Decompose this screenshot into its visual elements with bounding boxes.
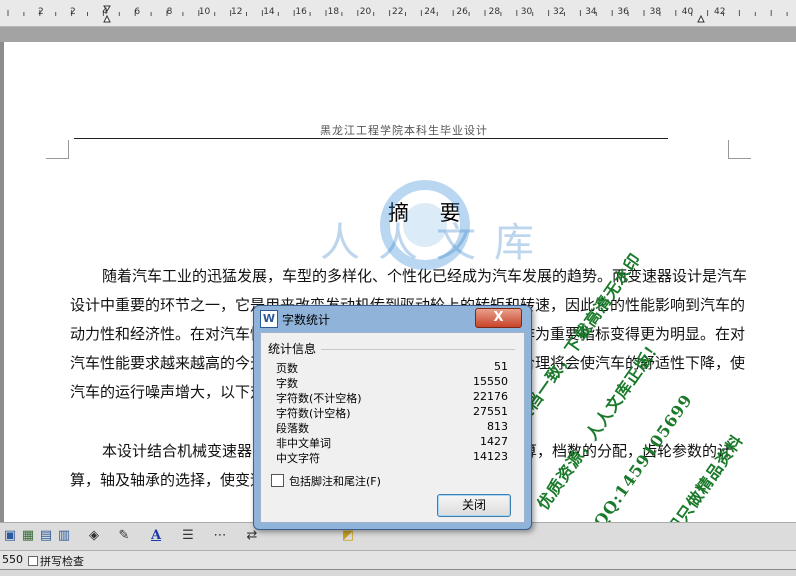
ruler-number: 12 (231, 7, 243, 17)
fill-color-icon[interactable]: ◈ (86, 528, 102, 544)
stat-row-chinese-chars: 中文字符 14123 (276, 450, 508, 465)
stat-label: 非中文单词 (276, 437, 331, 450)
ruler-number: 8 (166, 7, 173, 17)
crop-mark-top-right (728, 140, 751, 159)
stat-label: 字符数(计空格) (276, 407, 351, 420)
spellcheck-checkbox[interactable] (28, 556, 38, 566)
page-gap (0, 27, 796, 42)
ruler-number: 40 (681, 7, 694, 17)
ruler-number: 30 (520, 7, 533, 17)
ruler-number: 34 (585, 7, 597, 17)
ruler-number: 2 (38, 7, 44, 17)
stat-label: 段落数 (276, 422, 309, 435)
ruler-number: 14 (263, 7, 275, 17)
close-button[interactable]: 关闭 (437, 494, 511, 517)
page-header-text: 黑龙江工程学院本科生毕业设计 (320, 124, 488, 137)
include-footnotes-label[interactable]: 包括脚注和尾注(F) (289, 473, 381, 489)
line-style-icon[interactable]: ☰ (180, 528, 196, 544)
stat-row-words: 字数 15550 (276, 375, 508, 390)
ruler-number: 38 (649, 7, 662, 17)
dash-style-icon[interactable]: ⋯ (212, 528, 228, 544)
dialog-close-button[interactable]: X (475, 308, 522, 328)
line-color-icon[interactable]: ✎ (116, 528, 132, 544)
ruler-number: 10 (198, 7, 211, 17)
stat-row-chars-no-spaces: 字符数(不计空格) 22176 (276, 390, 508, 405)
dialog-title: 字数统计 (282, 313, 331, 327)
ruler-number: 16 (295, 7, 307, 17)
diagram-icon[interactable]: ▥ (56, 528, 72, 544)
ruler-number: 42 (714, 7, 726, 17)
ruler-number: 36 (617, 7, 629, 17)
include-footnotes-checkbox[interactable] (271, 474, 284, 487)
spellcheck-label[interactable]: 拼写检查 (40, 553, 84, 569)
ruler-number: 2 (70, 7, 76, 17)
dialog-title-bar[interactable]: W 字数统计 X (254, 306, 531, 330)
ruler-number: 28 (488, 7, 501, 17)
word-count-dialog: W 字数统计 X 统计信息 页数 51 字数 15550 字符数(不计空格) 2… (253, 305, 532, 530)
stat-value: 15550 (473, 375, 508, 388)
ruler-number: 24 (424, 7, 436, 17)
stat-value: 22176 (473, 390, 508, 403)
image-icon[interactable]: ▤ (38, 528, 54, 544)
stat-value: 1427 (480, 435, 508, 448)
stat-label: 中文字符 (276, 452, 320, 465)
ruler-number: 22 (392, 7, 404, 17)
horizontal-ruler[interactable]: 2 2 4 6 8 10 12 14 16 18 20 22 24 26 28 30 32 34 36 38 40 42 (0, 0, 796, 27)
stat-row-pages: 页数 51 (276, 360, 508, 375)
stat-label: 页数 (276, 362, 298, 375)
stat-label: 字符数(不计空格) (276, 392, 362, 405)
section-divider (321, 349, 515, 350)
ruler-number: 6 (134, 7, 141, 17)
wps-logo-icon: W (260, 310, 278, 328)
status-bar: 550 拼写检查 (0, 550, 796, 570)
dialog-body: 统计信息 页数 51 字数 15550 字符数(不计空格) 22176 字符数(… (260, 332, 525, 523)
ruler-number: 32 (553, 7, 565, 17)
stat-value: 813 (487, 420, 508, 433)
right-indent-marker[interactable] (697, 14, 705, 23)
stat-row-chars-with-spaces: 字符数(计空格) 27551 (276, 405, 508, 420)
stat-row-non-chinese-words: 非中文单词 1427 (276, 435, 508, 450)
statistics-section-label: 统计信息 (268, 342, 317, 356)
font-color-icon[interactable]: A (148, 528, 164, 544)
header-rule (74, 138, 668, 139)
ruler-number: 4 (102, 7, 108, 17)
stat-value: 27551 (473, 405, 508, 418)
crop-mark-top-left (46, 140, 69, 159)
page-count: 550 (2, 553, 23, 566)
3d-style-icon[interactable]: ◩ (340, 528, 356, 544)
ruler-number: 18 (327, 7, 340, 17)
ruler-number: 26 (456, 7, 468, 17)
ruler-number: 20 (359, 7, 372, 17)
clip-art-icon[interactable]: ▦ (20, 528, 36, 544)
stat-value: 51 (494, 360, 508, 373)
stat-value: 14123 (473, 450, 508, 463)
stat-label: 字数 (276, 377, 298, 390)
stat-row-paragraphs: 段落数 813 (276, 420, 508, 435)
watermark-text: 人人文库 (320, 220, 552, 266)
arrow-style-icon[interactable]: ⇄ (244, 528, 260, 544)
insert-picture-icon[interactable]: ▣ (2, 528, 18, 544)
